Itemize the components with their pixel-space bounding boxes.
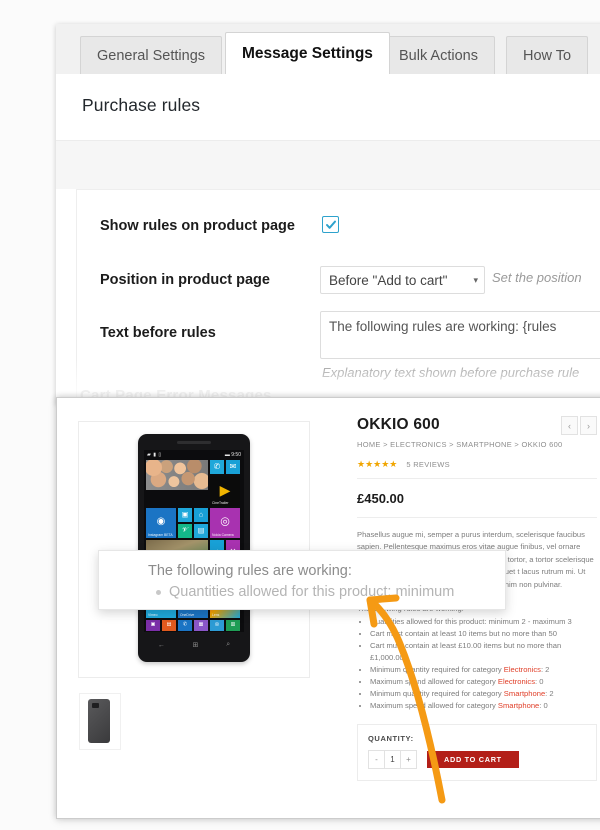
phone-tile: ✆ bbox=[210, 460, 224, 474]
small-tile: ▤ bbox=[162, 620, 176, 631]
tab-general-settings[interactable]: General Settings bbox=[80, 36, 223, 74]
quantity-value[interactable]: 1 bbox=[384, 750, 401, 768]
show-rules-checkbox[interactable] bbox=[322, 216, 339, 233]
camera-icon bbox=[92, 703, 99, 708]
check-icon bbox=[325, 220, 336, 229]
divider bbox=[357, 478, 597, 479]
gallery-thumbnail[interactable] bbox=[79, 693, 121, 750]
small-tile: ✆ bbox=[178, 620, 192, 631]
page-title: Purchase rules bbox=[82, 95, 201, 115]
list-item: Maximum spend allowed for category Elect… bbox=[370, 676, 597, 688]
battery-clock: ▬ 9:50 bbox=[224, 452, 241, 458]
quantity-decrement[interactable]: - bbox=[369, 751, 384, 768]
cinetrailer-tile: ▶ CineTrailer bbox=[210, 476, 240, 506]
show-rules-label: Show rules on product page bbox=[100, 218, 295, 234]
add-to-cart-box: QUANTITY: - 1 + ADD TO CART bbox=[357, 723, 597, 781]
product-image-phone: ▰ ▮ ▯ ▬ 9:50 ✆ ✉ ▶ CineTrailer ◉ Instagr… bbox=[138, 434, 250, 662]
tab-label: Message Settings bbox=[242, 44, 373, 62]
phone-navbar: ← ⊞ ⌕ bbox=[144, 638, 244, 652]
phone-statusbar: ▰ ▮ ▯ ▬ 9:50 bbox=[144, 450, 244, 459]
tab-bulk-actions[interactable]: Bulk Actions bbox=[382, 36, 495, 74]
position-label: Position in product page bbox=[100, 272, 270, 288]
quantity-row: - 1 + ADD TO CART bbox=[368, 749, 586, 769]
instagram-tile: ◉ Instagram BETA bbox=[146, 508, 176, 538]
star-rating-icon: ★★★★★ bbox=[357, 459, 398, 469]
list-item: Minimum quantity required for category S… bbox=[370, 688, 597, 700]
search-icon: ⌕ bbox=[226, 641, 231, 648]
product-price: £450.00 bbox=[357, 491, 404, 506]
position-select[interactable]: Before "Add to cart" ▾ bbox=[320, 266, 485, 294]
back-icon: ← bbox=[157, 641, 165, 649]
section-spacer bbox=[56, 141, 600, 189]
divider bbox=[357, 517, 597, 518]
tab-label: Bulk Actions bbox=[399, 47, 478, 64]
video-tile: ▣ bbox=[178, 508, 192, 522]
position-hint: Set the position bbox=[492, 270, 582, 285]
messaging-tile: ✉ bbox=[226, 460, 240, 474]
rule-category: Electronics bbox=[503, 664, 541, 674]
rule-category: Smartphone bbox=[503, 689, 546, 699]
callout-line-1: The following rules are working: bbox=[148, 563, 352, 579]
calendar-tile: ▤ bbox=[194, 524, 208, 538]
bullet-icon bbox=[156, 590, 161, 595]
list-item: Maximum spend allowed for category Smart… bbox=[370, 700, 597, 712]
review-count[interactable]: 5 REVIEWS bbox=[406, 460, 450, 469]
rule-category: Electronics bbox=[497, 677, 536, 686]
signal-icon: ▰ ▮ ▯ bbox=[147, 452, 162, 458]
rating: ★★★★★ 5 REVIEWS bbox=[357, 459, 597, 470]
breadcrumb: HOME > ELECTRONICS > SMARTPHONE > OKKIO … bbox=[357, 440, 563, 449]
list-item: Cart must contain at least £10.00 items … bbox=[370, 640, 597, 663]
quantity-label: QUANTITY: bbox=[368, 733, 414, 743]
tab-label: General Settings bbox=[97, 47, 206, 64]
tab-label: How To bbox=[523, 47, 572, 64]
thumbnail-phone-image bbox=[88, 699, 110, 743]
list-item: Quantities allowed for this product: min… bbox=[370, 616, 597, 628]
callout-line-2: Quantities allowed for this product: min… bbox=[169, 584, 455, 600]
quantity-stepper[interactable]: - 1 + bbox=[368, 749, 417, 769]
settings-panel: General Settings Message Settings Bulk A… bbox=[56, 24, 600, 404]
vine-tile: 𝓥 bbox=[178, 524, 192, 538]
prev-product-button[interactable]: ‹ bbox=[561, 416, 578, 435]
tab-bar: General Settings Message Settings Bulk A… bbox=[56, 24, 600, 75]
home-icon: ⊞ bbox=[192, 642, 199, 649]
rule-category: Smartphone bbox=[497, 701, 540, 711]
small-tile: ◎ bbox=[210, 620, 224, 631]
purchase-rules-list: Quantities allowed for this product: min… bbox=[357, 616, 597, 712]
store-tile: ⌂ bbox=[194, 508, 208, 522]
tab-message-settings[interactable]: Message Settings bbox=[225, 32, 390, 74]
settings-form: Show rules on product page Position in p… bbox=[76, 189, 600, 404]
people-tile bbox=[146, 460, 208, 490]
text-before-rules-label: Text before rules bbox=[100, 325, 216, 341]
small-tile: ▥ bbox=[226, 620, 240, 631]
phone-speaker bbox=[177, 441, 211, 444]
next-product-button[interactable]: › bbox=[580, 416, 597, 435]
settings-panel-body: Purchase rules Show rules on product pag… bbox=[56, 74, 600, 404]
callout-overlay: The following rules are working: Quantit… bbox=[98, 550, 506, 610]
list-item: Minimum quantity required for category E… bbox=[370, 664, 597, 676]
nokia-camera-tile: ◎ Nokia Camera bbox=[210, 508, 240, 538]
text-before-rules-hint: Explanatory text shown before purchase r… bbox=[322, 365, 580, 380]
chevron-down-icon: ▾ bbox=[473, 274, 478, 285]
tab-how-to[interactable]: How To bbox=[506, 36, 589, 74]
position-select-value: Before "Add to cart" bbox=[329, 272, 448, 288]
gallery-nav: ‹ › bbox=[559, 416, 597, 435]
add-to-cart-button[interactable]: ADD TO CART bbox=[427, 750, 519, 768]
small-tile: ▦ bbox=[194, 620, 208, 631]
quantity-increment[interactable]: + bbox=[401, 751, 416, 768]
small-tile: ▣ bbox=[146, 620, 160, 631]
text-before-rules-input[interactable]: The following rules are working: {rules bbox=[320, 311, 600, 359]
list-item: Cart must contain at least 10 items but … bbox=[370, 628, 597, 640]
text-before-rules-value: The following rules are working: {rules bbox=[329, 319, 557, 334]
